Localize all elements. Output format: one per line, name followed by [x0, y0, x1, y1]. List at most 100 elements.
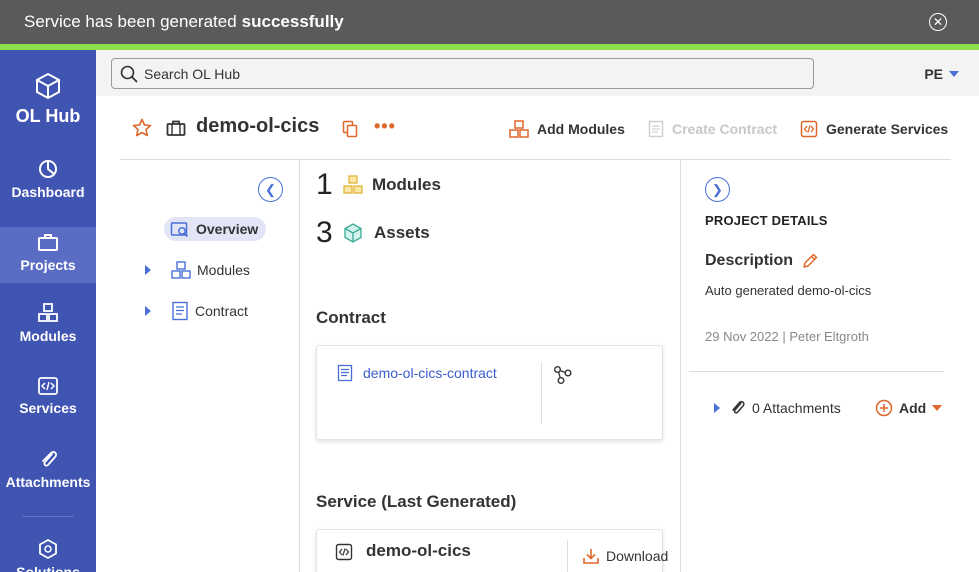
add-modules-button[interactable]: Add Modules: [509, 120, 625, 138]
sidebar-item-label: Services: [19, 400, 77, 416]
contract-card: demo-ol-cics-contract: [316, 345, 663, 440]
sidebar-item-label: Projects: [20, 257, 76, 273]
page-title: demo-ol-cics: [196, 115, 320, 137]
add-attachment-button[interactable]: Add: [875, 399, 943, 417]
attachments-toggle[interactable]: 0 Attachments: [714, 399, 841, 417]
sidebar-item-dashboard[interactable]: Dashboard: [0, 158, 96, 214]
toast-message: Service has been generated: [24, 12, 237, 31]
expand-arrow-icon: [714, 403, 720, 413]
contract-section-title: Contract: [316, 308, 386, 327]
card-divider: [541, 362, 542, 424]
sidebar-divider: [22, 516, 74, 517]
star-icon[interactable]: [132, 118, 152, 138]
contract-icon: [172, 301, 188, 321]
success-toast: Service has been generated successfully …: [0, 0, 979, 44]
download-button[interactable]: Download: [582, 547, 668, 565]
app-logo[interactable]: OL Hub: [0, 72, 96, 127]
modules-count[interactable]: 1 Modules: [316, 168, 441, 202]
tree-item-label: Overview: [196, 221, 259, 237]
create-contract-label: Create Contract: [672, 121, 778, 137]
attachments-icon: [42, 451, 57, 467]
project-meta: 29 Nov 2022 | Peter Eltgroth: [705, 329, 869, 344]
assets-icon: [344, 223, 362, 243]
download-label: Download: [606, 548, 669, 564]
attachments-count: 0 Attachments: [752, 400, 841, 416]
modules-icon: [509, 120, 529, 138]
card-divider: [567, 540, 568, 572]
service-name: demo-ol-cics: [366, 541, 471, 560]
sidebar-item-attachments[interactable]: Attachments: [0, 448, 96, 504]
sidebar-item-label: Dashboard: [11, 184, 85, 200]
dashboard-icon: [39, 160, 57, 178]
contract-icon: [337, 364, 353, 382]
overview-icon: [170, 222, 189, 238]
user-initials: PE: [924, 66, 943, 82]
tree-item-label: Modules: [197, 262, 250, 278]
add-label: Add: [899, 400, 927, 416]
chevron-right-icon: ❯: [712, 181, 723, 197]
tree-item-modules[interactable]: Modules: [145, 261, 250, 279]
expand-arrow-icon[interactable]: [145, 265, 151, 275]
expand-arrow-icon[interactable]: [145, 306, 151, 316]
graph-icon[interactable]: [553, 365, 573, 385]
logo-icon: [36, 72, 60, 100]
project-details-panel: ❯ PROJECT DETAILS Description Auto gener…: [680, 160, 951, 572]
top-bar: Search OL Hub PE: [96, 50, 979, 96]
services-icon: [38, 377, 58, 395]
description-label-row: Description: [705, 252, 819, 270]
collapse-left-button[interactable]: ❮: [258, 177, 283, 202]
overview-content: 1 Modules 3 Assets Contract demo-ol-cics…: [300, 160, 680, 572]
sidebar-item-label: Modules: [19, 328, 77, 344]
sidebar-item-solutions[interactable]: Solutions: [0, 538, 96, 572]
user-menu[interactable]: PE: [924, 66, 959, 82]
download-icon: [583, 549, 599, 564]
contract-name: demo-ol-cics-contract: [363, 365, 497, 381]
app-name: OL Hub: [15, 106, 81, 126]
project-tree: ❮ Overview Modules Contract: [120, 160, 300, 572]
search-placeholder: Search OL Hub: [144, 65, 240, 82]
sidebar-item-projects[interactable]: Projects: [0, 227, 96, 283]
projects-icon: [38, 234, 58, 251]
tree-item-label: Contract: [195, 303, 248, 319]
sidebar-item-label: Solutions: [16, 564, 80, 572]
contract-link[interactable]: demo-ol-cics-contract: [337, 364, 497, 382]
assets-count[interactable]: 3 Assets: [316, 216, 430, 250]
create-contract-button[interactable]: Create Contract: [648, 120, 777, 138]
search-icon: [120, 65, 138, 82]
edit-icon[interactable]: [801, 252, 819, 270]
sidebar-item-services[interactable]: Services: [0, 376, 96, 432]
close-icon[interactable]: ✕: [929, 13, 947, 31]
service-section-title: Service (Last Generated): [316, 492, 517, 511]
services-icon: [800, 120, 818, 138]
sidebar: OL Hub Dashboard Projects Modules Servic…: [0, 50, 96, 572]
generate-services-label: Generate Services: [826, 121, 949, 137]
add-modules-label: Add Modules: [537, 121, 625, 137]
contract-icon: [648, 120, 664, 138]
count-label: Assets: [374, 223, 430, 242]
more-options-icon[interactable]: •••: [374, 116, 396, 137]
details-title: PROJECT DETAILS: [705, 213, 828, 228]
tree-item-contract[interactable]: Contract: [145, 301, 248, 321]
sidebar-item-modules[interactable]: Modules: [0, 302, 96, 358]
generate-services-button[interactable]: Generate Services: [800, 120, 948, 138]
description-text: Auto generated demo-ol-cics: [705, 283, 872, 298]
divider: [689, 371, 944, 372]
modules-icon: [38, 303, 58, 322]
collapse-right-button[interactable]: ❯: [705, 177, 730, 202]
tree-item-overview[interactable]: Overview: [164, 217, 267, 241]
modules-icon: [343, 175, 363, 194]
modules-icon: [171, 261, 191, 279]
service-card: demo-ol-cics Download: [316, 529, 668, 572]
copy-icon[interactable]: [342, 120, 358, 138]
services-icon: [335, 543, 353, 561]
paperclip-icon: [732, 400, 745, 414]
chevron-left-icon: ❮: [265, 181, 276, 197]
count-number: 1: [316, 168, 333, 201]
search-input[interactable]: Search OL Hub: [111, 58, 814, 89]
solutions-icon: [39, 538, 57, 560]
count-number: 3: [316, 216, 333, 249]
toast-message-bold: successfully: [241, 12, 344, 31]
briefcase-icon: [166, 120, 186, 136]
chevron-down-icon: [949, 71, 959, 77]
project-header: demo-ol-cics ••• Add Modules Create Cont…: [120, 96, 951, 160]
